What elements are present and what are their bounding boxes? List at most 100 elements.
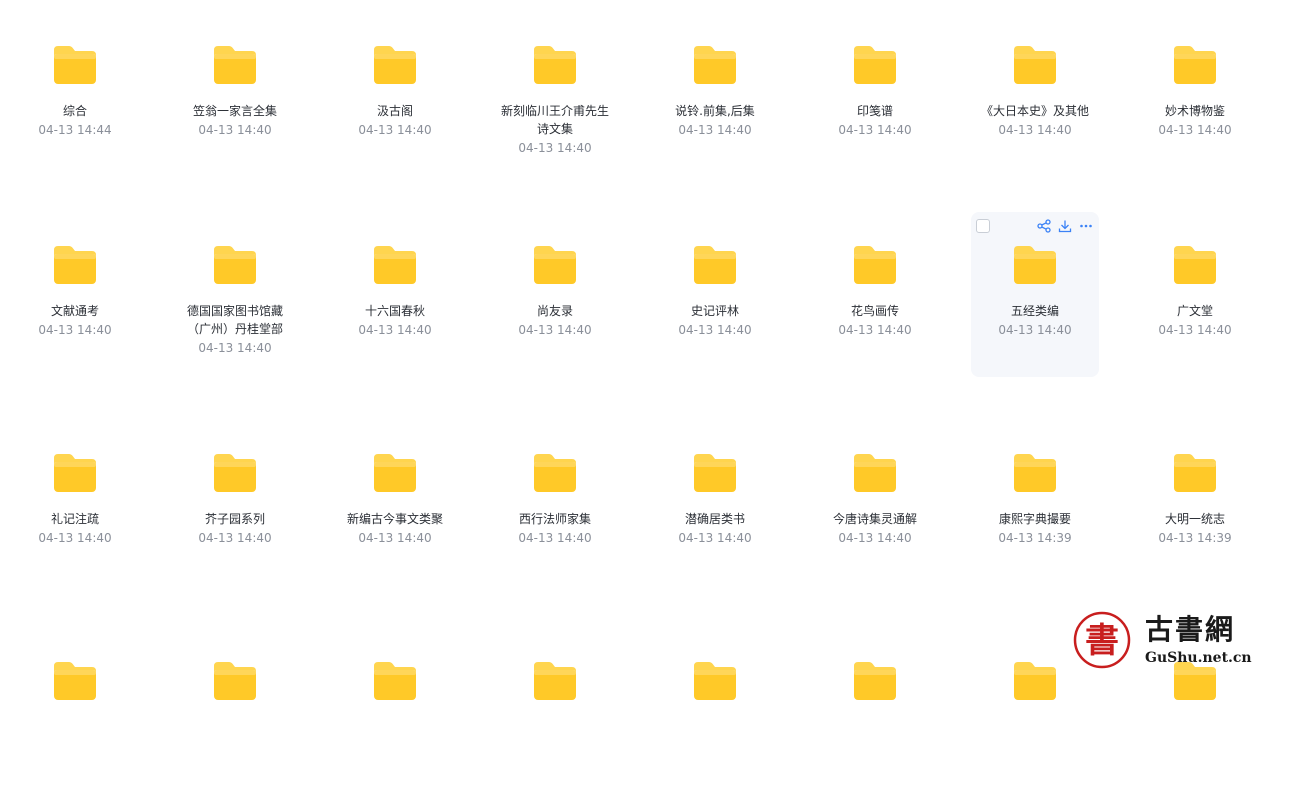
folder-item[interactable]: 汲古阁 04-13 14:40 [331, 12, 459, 177]
folder-item[interactable]: 芥子园系列 04-13 14:40 [171, 420, 299, 585]
folder-item[interactable] [331, 628, 459, 793]
folder-item[interactable]: 笠翁一家言全集 04-13 14:40 [171, 12, 299, 177]
folder-icon[interactable] [1012, 244, 1058, 286]
folder-icon[interactable] [1172, 244, 1218, 286]
folder-icon[interactable] [212, 452, 258, 494]
folder-name[interactable]: 汲古阁 [337, 102, 453, 120]
folder-icon[interactable] [1012, 44, 1058, 86]
folder-icon[interactable] [532, 660, 578, 702]
folder-modified-time: 04-13 14:40 [518, 141, 592, 155]
folder-item[interactable]: 花鸟画传 04-13 14:40 [811, 212, 939, 377]
folder-modified-time: 04-13 14:40 [198, 341, 272, 355]
folder-item[interactable]: 新刻临川王介甫先生诗文集 04-13 14:40 [491, 12, 619, 177]
folder-name[interactable]: 妙术博物鉴 [1137, 102, 1253, 120]
folder-name[interactable]: 新编古今事文类聚 [337, 510, 453, 528]
folder-item[interactable] [491, 628, 619, 793]
more-icon[interactable] [1078, 218, 1093, 233]
folder-modified-time: 04-13 14:40 [358, 123, 432, 137]
folder-icon[interactable] [692, 244, 738, 286]
folder-item[interactable]: 康熙字典撮要 04-13 14:39 [971, 420, 1099, 585]
folder-name[interactable]: 新刻临川王介甫先生诗文集 [497, 102, 613, 138]
folder-icon[interactable] [852, 660, 898, 702]
folder-item[interactable]: 今唐诗集灵通解 04-13 14:40 [811, 420, 939, 585]
folder-item[interactable]: 广文堂 04-13 14:40 [1131, 212, 1259, 377]
folder-name[interactable]: 印笺谱 [817, 102, 933, 120]
folder-icon[interactable] [52, 452, 98, 494]
folder-icon[interactable] [372, 660, 418, 702]
folder-item[interactable]: 印笺谱 04-13 14:40 [811, 12, 939, 177]
folder-icon[interactable] [212, 660, 258, 702]
folder-icon[interactable] [1172, 44, 1218, 86]
folder-icon[interactable] [532, 244, 578, 286]
download-icon[interactable] [1057, 218, 1072, 233]
folder-item[interactable]: 礼记注疏 04-13 14:40 [11, 420, 139, 585]
folder-name[interactable]: 广文堂 [1137, 302, 1253, 320]
svg-text:書: 書 [1085, 621, 1119, 661]
folder-name[interactable]: 芥子园系列 [177, 510, 293, 528]
folder-icon[interactable] [52, 244, 98, 286]
folder-icon[interactable] [532, 452, 578, 494]
folder-item[interactable] [11, 628, 139, 793]
folder-modified-time: 04-13 14:40 [838, 123, 912, 137]
folder-name[interactable]: 西行法师家集 [497, 510, 613, 528]
folder-name[interactable]: 说铃.前集,后集 [657, 102, 773, 120]
folder-name[interactable]: 史记评林 [657, 302, 773, 320]
folder-name[interactable]: 花鸟画传 [817, 302, 933, 320]
folder-name[interactable]: 《大日本史》及其他 [977, 102, 1093, 120]
folder-item[interactable]: 西行法师家集 04-13 14:40 [491, 420, 619, 585]
folder-icon[interactable] [852, 452, 898, 494]
folder-icon[interactable] [852, 44, 898, 86]
folder-item[interactable]: 十六国春秋 04-13 14:40 [331, 212, 459, 377]
folder-item[interactable]: 文献通考 04-13 14:40 [11, 212, 139, 377]
folder-item[interactable]: 德国国家图书馆藏（广州）丹桂堂部 04-13 14:40 [171, 212, 299, 377]
folder-item[interactable]: 《大日本史》及其他 04-13 14:40 [971, 12, 1099, 177]
folder-icon[interactable] [212, 244, 258, 286]
folder-modified-time: 04-13 14:40 [1158, 123, 1232, 137]
folder-name[interactable]: 五经类编 [977, 302, 1093, 320]
folder-name[interactable]: 德国国家图书馆藏（广州）丹桂堂部 [177, 302, 293, 338]
folder-name[interactable]: 十六国春秋 [337, 302, 453, 320]
folder-item[interactable]: 说铃.前集,后集 04-13 14:40 [651, 12, 779, 177]
folder-icon[interactable] [212, 44, 258, 86]
folder-item[interactable]: 妙术博物鉴 04-13 14:40 [1131, 12, 1259, 177]
folder-modified-time: 04-13 14:40 [198, 123, 272, 137]
folder-item[interactable]: 潜确居类书 04-13 14:40 [651, 420, 779, 585]
folder-item[interactable]: 大明一统志 04-13 14:39 [1131, 420, 1259, 585]
folder-icon[interactable] [1012, 452, 1058, 494]
folder-icon[interactable] [372, 44, 418, 86]
folder-icon[interactable] [52, 660, 98, 702]
checkbox-icon[interactable] [976, 219, 990, 233]
seal-logo: 書 [1073, 611, 1131, 669]
folder-name[interactable]: 大明一统志 [1137, 510, 1253, 528]
folder-icon[interactable] [692, 452, 738, 494]
folder-item[interactable]: 新编古今事文类聚 04-13 14:40 [331, 420, 459, 585]
folder-item[interactable] [651, 628, 779, 793]
folder-name[interactable]: 综合 [17, 102, 133, 120]
folder-icon[interactable] [532, 44, 578, 86]
folder-icon[interactable] [852, 244, 898, 286]
folder-icon[interactable] [52, 44, 98, 86]
folder-name[interactable]: 文献通考 [17, 302, 133, 320]
folder-name[interactable]: 潜确居类书 [657, 510, 773, 528]
folder-item[interactable]: 史记评林 04-13 14:40 [651, 212, 779, 377]
folder-item[interactable]: 综合 04-13 14:44 [11, 12, 139, 177]
folder-icon[interactable] [692, 660, 738, 702]
folder-item[interactable]: 尚友录 04-13 14:40 [491, 212, 619, 377]
folder-icon[interactable] [692, 44, 738, 86]
file-grid: 综合 04-13 14:44 笠翁一家言全集 04-13 14:40 汲古阁 04-13 … [0, 0, 1295, 700]
folder-name[interactable]: 礼记注疏 [17, 510, 133, 528]
folder-modified-time: 04-13 14:40 [678, 123, 752, 137]
folder-item[interactable] [811, 628, 939, 793]
share-icon[interactable] [1036, 218, 1051, 233]
folder-name[interactable]: 笠翁一家言全集 [177, 102, 293, 120]
folder-name[interactable]: 今唐诗集灵通解 [817, 510, 933, 528]
folder-icon[interactable] [372, 244, 418, 286]
folder-modified-time: 04-13 14:40 [678, 531, 752, 545]
folder-icon[interactable] [1172, 452, 1218, 494]
folder-icon[interactable] [372, 452, 418, 494]
folder-name[interactable]: 尚友录 [497, 302, 613, 320]
folder-name[interactable]: 康熙字典撮要 [977, 510, 1093, 528]
folder-icon[interactable] [1012, 660, 1058, 702]
folder-item[interactable]: 五经类编 04-13 14:40 [971, 212, 1099, 377]
folder-item[interactable] [171, 628, 299, 793]
